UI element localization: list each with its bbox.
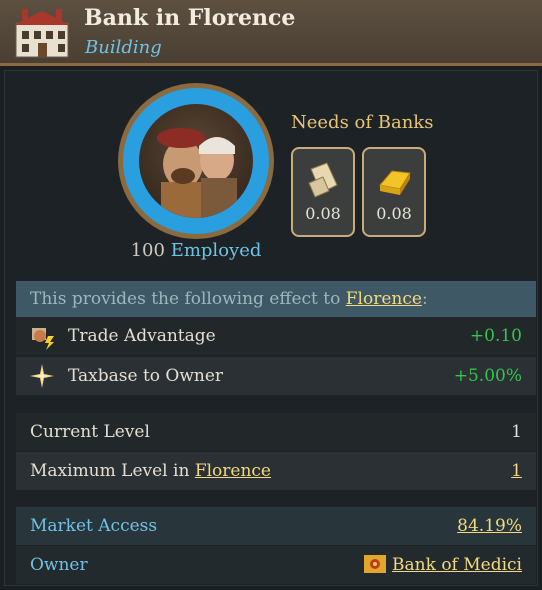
trade-advantage-icon — [32, 328, 54, 350]
employed-number: 100 — [130, 240, 165, 261]
owner-value: Bank of Medici — [364, 555, 522, 575]
owner-row: Owner Bank of Medici — [16, 546, 536, 584]
paper-scroll-icon — [308, 162, 338, 198]
florence-link[interactable]: Florence — [346, 289, 422, 309]
owner-label: Owner — [30, 555, 88, 575]
market-access-row: Market Access 84.19% — [16, 507, 536, 545]
company-icon — [364, 555, 387, 573]
building-title: Bank in Florence — [84, 5, 296, 31]
building-icon — [14, 9, 70, 58]
need-paper-value: 0.08 — [305, 204, 341, 223]
effect-description: This provides the following effect to Fl… — [16, 281, 536, 317]
workforce-portrait — [118, 83, 274, 239]
building-type: Building — [85, 37, 162, 58]
market-access-value[interactable]: 84.19% — [457, 516, 522, 536]
needs-title: Needs of Banks — [291, 112, 434, 133]
effect-row-taxbase: Taxbase to Owner +5.00% — [16, 357, 536, 395]
pop-portrait-icon — [139, 104, 253, 218]
effect-row-trade-advantage: Trade Advantage +0.10 — [16, 317, 536, 355]
max-level-value[interactable]: 1 — [511, 461, 522, 481]
effect-label: Taxbase to Owner — [68, 366, 224, 386]
current-level-value: 1 — [511, 422, 522, 442]
current-level-label: Current Level — [30, 422, 150, 442]
effect-value: +0.10 — [469, 326, 522, 346]
gold-bar-icon — [379, 170, 411, 195]
max-level-label: Maximum Level in Florence — [30, 461, 271, 481]
need-paper[interactable]: 0.08 — [291, 147, 355, 237]
current-level-row: Current Level 1 — [16, 413, 536, 451]
effect-label: Trade Advantage — [68, 326, 216, 346]
market-access-label: Market Access — [30, 516, 158, 536]
owner-link[interactable]: Bank of Medici — [392, 555, 522, 575]
tooltip-header: Bank in Florence Building — [0, 0, 542, 66]
florence-link[interactable]: Florence — [195, 461, 271, 481]
need-gold[interactable]: 0.08 — [362, 147, 426, 237]
employed-label: Employed — [170, 240, 262, 261]
employed-count: 100 Employed — [118, 240, 274, 261]
max-level-row: Maximum Level in Florence 1 — [16, 452, 536, 490]
effect-value: +5.00% — [453, 366, 522, 386]
need-gold-value: 0.08 — [376, 204, 412, 223]
taxbase-star-icon — [30, 364, 54, 388]
